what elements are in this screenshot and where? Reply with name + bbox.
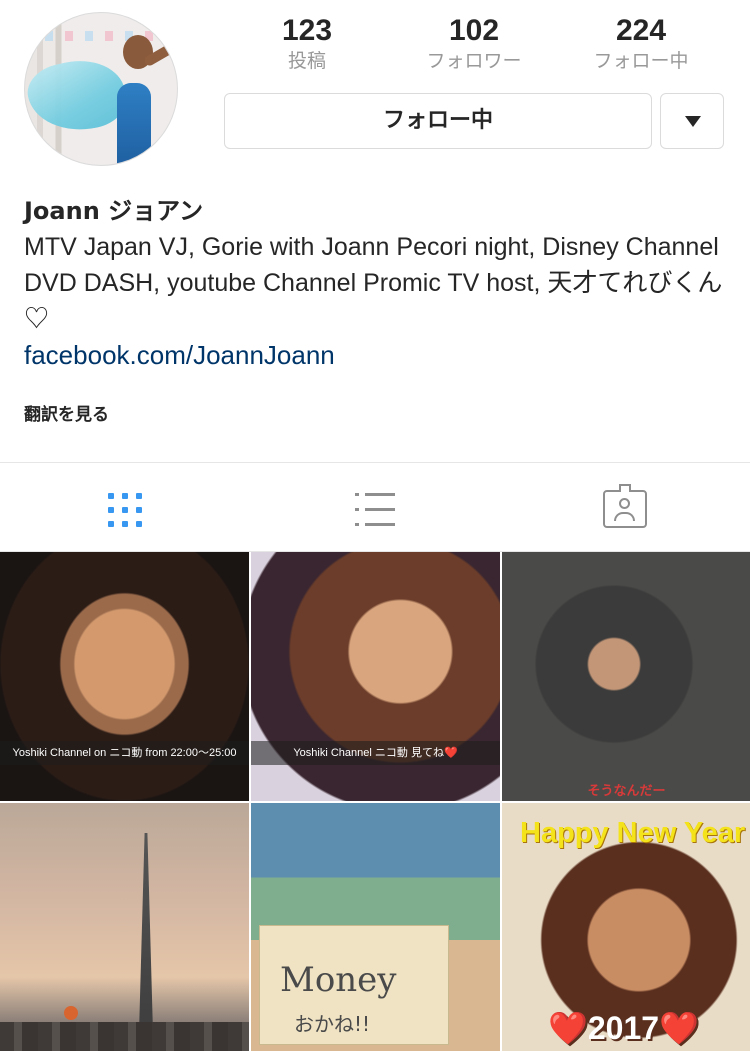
list-icon [355, 493, 395, 527]
following-label: フォロー中 [593, 50, 689, 72]
post-thumbnail[interactable]: Happy New Year ❤️2017❤️ [502, 803, 750, 1051]
profile-header: 123 投稿 102 フォロワー 224 フォロー中 フォロー中 Joann ジ… [0, 0, 750, 462]
caret-down-icon [685, 116, 701, 127]
post-thumbnail[interactable] [0, 803, 249, 1051]
avatar-dress [117, 83, 151, 165]
handwritten-sign: Money おかね!! [259, 925, 449, 1045]
profile-bio: MTV Japan VJ, Gorie with Joann Pecori ni… [24, 233, 723, 333]
posts-label: 投稿 [287, 50, 326, 72]
post-thumbnail[interactable]: Yoshiki Channel ニコ動 見てね❤️ [251, 552, 500, 801]
sign-text-money: Money [280, 960, 397, 1000]
skytree-silhouette [139, 833, 153, 1033]
city-skyline [0, 1022, 249, 1051]
tab-grid[interactable] [0, 463, 250, 553]
avatar-bunting [25, 31, 177, 41]
setting-sun [64, 1006, 78, 1020]
post-thumbnail[interactable]: そうなんだー [502, 552, 750, 801]
post-caption-overlay: Yoshiki Channel on ニコ動 from 22:00〜25:00 [0, 741, 249, 765]
tagged-photos-icon [603, 484, 647, 528]
photo-grid: Yoshiki Channel on ニコ動 from 22:00〜25:00 … [0, 552, 750, 1051]
post-caption-overlay: Yoshiki Channel ニコ動 見てね❤️ [251, 741, 500, 765]
grid-icon [108, 493, 142, 527]
profile-view-tabs [0, 462, 750, 552]
followers-label: フォロワー [426, 50, 522, 72]
tab-tagged[interactable] [500, 463, 750, 553]
following-count: 224 [615, 14, 667, 47]
year-text: ❤️2017❤️ [548, 1010, 699, 1046]
posts-stat[interactable]: 123 投稿 [237, 14, 377, 74]
translate-link[interactable]: 翻訳を見る [24, 400, 109, 425]
following-button[interactable]: フォロー中 [224, 93, 652, 149]
profile-avatar[interactable] [24, 12, 178, 166]
following-stat[interactable]: 224 フォロー中 [571, 14, 711, 74]
suggestions-dropdown-button[interactable] [660, 93, 724, 149]
followers-count: 102 [448, 14, 500, 47]
profile-website-link[interactable]: facebook.com/JoannJoann [24, 340, 335, 371]
post-caption-overlay: そうなんだー [587, 784, 666, 799]
new-year-text: Happy New Year [520, 817, 746, 849]
avatar-scarf [25, 51, 132, 141]
profile-name: Joann ジョアン [24, 197, 204, 225]
post-thumbnail[interactable]: Money おかね!! [251, 803, 500, 1051]
followers-stat[interactable]: 102 フォロワー [404, 14, 544, 74]
post-thumbnail[interactable]: Yoshiki Channel on ニコ動 from 22:00〜25:00 [0, 552, 249, 801]
sign-text-okane: おかね!! [294, 1012, 371, 1036]
tab-list[interactable] [250, 463, 500, 553]
posts-count: 123 [281, 14, 333, 47]
